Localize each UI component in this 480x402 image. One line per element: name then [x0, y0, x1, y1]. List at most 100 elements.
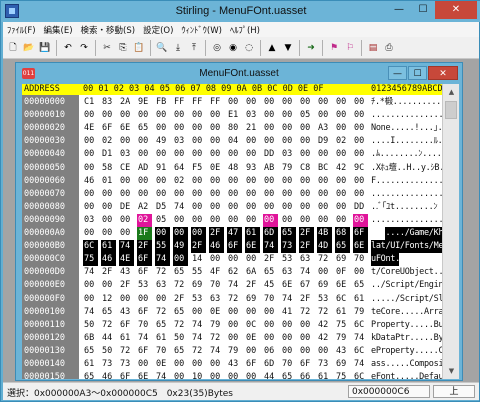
- hex-byte[interactable]: 74: [83, 266, 98, 279]
- hex-byte[interactable]: 72: [317, 253, 332, 266]
- row-ascii[interactable]: ..ﾞ｢ﾕt........ﾝ: [371, 201, 438, 214]
- hex-byte[interactable]: 72: [155, 266, 170, 279]
- hex-byte[interactable]: 2A: [119, 96, 134, 109]
- hex-byte[interactable]: 02: [335, 135, 350, 148]
- hex-byte[interactable]: 61: [155, 332, 170, 345]
- hex-byte[interactable]: 00: [299, 214, 314, 227]
- hex-byte[interactable]: 00: [353, 266, 368, 279]
- binoculars-prev-icon[interactable]: ◌: [242, 41, 256, 55]
- hex-byte[interactable]: 74: [299, 266, 314, 279]
- hex-byte[interactable]: 74: [155, 253, 170, 267]
- hex-byte[interactable]: E1: [227, 109, 242, 122]
- hex-byte[interactable]: 00: [263, 306, 278, 319]
- hex-byte[interactable]: 69: [191, 279, 206, 292]
- hex-byte[interactable]: 00: [335, 122, 350, 135]
- hex-byte[interactable]: 79: [335, 332, 350, 345]
- hex-byte[interactable]: 00: [227, 96, 242, 109]
- hex-byte[interactable]: 00: [245, 253, 260, 266]
- hex-byte[interactable]: 00: [245, 188, 260, 201]
- hex-byte[interactable]: 00: [83, 162, 98, 175]
- find-icon[interactable]: 🔍: [155, 41, 169, 55]
- hex-byte[interactable]: 00: [173, 227, 188, 240]
- hex-byte[interactable]: 74: [353, 358, 368, 371]
- hex-byte[interactable]: 00: [281, 332, 296, 345]
- hex-byte[interactable]: 00: [137, 358, 152, 371]
- hex-byte[interactable]: 6F: [119, 319, 134, 332]
- hex-byte[interactable]: 00: [263, 135, 278, 148]
- hex-byte[interactable]: 65: [137, 122, 152, 135]
- hex-byte[interactable]: 00: [119, 175, 134, 188]
- hex-byte[interactable]: 50: [83, 319, 98, 332]
- hex-byte[interactable]: 00: [155, 188, 170, 201]
- hex-byte[interactable]: 00: [299, 332, 314, 345]
- document-minimize-button[interactable]: —: [388, 66, 407, 80]
- hex-byte[interactable]: 69: [317, 279, 332, 292]
- hex-row[interactable]: 00000040 00 D1 03 00 00 00 00 00 00 00 DD 03 00 00 00 00…: [22, 148, 442, 161]
- hex-byte[interactable]: 79: [227, 345, 242, 358]
- hex-byte[interactable]: 6B: [83, 332, 98, 345]
- hex-row[interactable]: 00000030 00 02 00 00 49 03 00 00 04 00 00 00 00 D9 02 00…: [22, 135, 442, 148]
- hex-byte[interactable]: 74: [281, 293, 296, 306]
- hex-byte[interactable]: 00: [173, 253, 188, 267]
- hex-byte[interactable]: 00: [173, 109, 188, 122]
- hex-byte[interactable]: 00: [119, 227, 134, 240]
- hex-byte[interactable]: 72: [227, 293, 242, 306]
- hex-byte[interactable]: 00: [299, 345, 314, 358]
- hex-byte[interactable]: 6F: [245, 358, 260, 371]
- hex-byte[interactable]: 0E: [155, 358, 170, 371]
- hex-byte[interactable]: BC: [317, 162, 332, 175]
- hex-byte[interactable]: 42: [317, 332, 332, 345]
- hex-byte[interactable]: 00: [83, 109, 98, 122]
- hex-byte[interactable]: 93: [245, 162, 260, 175]
- hex-byte[interactable]: 00: [263, 188, 278, 201]
- save-icon[interactable]: 💾: [38, 41, 52, 55]
- hex-byte[interactable]: 6F: [137, 253, 152, 267]
- hex-byte[interactable]: 74: [137, 332, 152, 345]
- hex-byte[interactable]: 00: [191, 188, 206, 201]
- hex-byte[interactable]: 4D: [317, 240, 332, 254]
- hex-byte[interactable]: 70: [209, 279, 224, 292]
- menu-item[interactable]: ﾌｧｲﾙ(F): [3, 24, 40, 36]
- hex-byte[interactable]: 69: [245, 293, 260, 306]
- hex-row[interactable]: 00000120 6B 44 61 74 61 50 74 72 00 0E 00 00 00 42 79 74…: [22, 332, 442, 345]
- hex-byte[interactable]: 00: [101, 214, 116, 227]
- hex-byte[interactable]: 74: [191, 332, 206, 345]
- hex-byte[interactable]: 65: [281, 371, 296, 379]
- hex-byte[interactable]: 6E: [137, 371, 152, 379]
- hex-byte[interactable]: 64: [173, 162, 188, 175]
- hex-byte[interactable]: 00: [191, 175, 206, 188]
- scroll-thumb[interactable]: [445, 101, 457, 119]
- hex-byte[interactable]: AD: [137, 162, 152, 175]
- hex-byte[interactable]: 00: [209, 188, 224, 201]
- binoculars-icon[interactable]: ◎: [210, 41, 224, 55]
- hex-byte[interactable]: 1F: [137, 227, 152, 240]
- hex-byte[interactable]: 06: [263, 345, 278, 358]
- hex-byte[interactable]: 00: [353, 96, 368, 109]
- hex-byte[interactable]: 00: [299, 188, 314, 201]
- hex-byte[interactable]: 00: [191, 358, 206, 371]
- hex-byte[interactable]: 74: [83, 306, 98, 319]
- hex-byte[interactable]: 00: [245, 175, 260, 188]
- hex-byte[interactable]: 00: [209, 214, 224, 227]
- hex-byte[interactable]: 00: [83, 148, 98, 161]
- hex-byte[interactable]: 65: [101, 306, 116, 319]
- row-ascii[interactable]: ................: [371, 188, 442, 201]
- binoculars-up-icon[interactable]: ▲: [265, 41, 279, 55]
- hex-byte[interactable]: 00: [353, 213, 368, 227]
- hex-byte[interactable]: 00: [245, 135, 260, 148]
- hex-byte[interactable]: 03: [83, 214, 98, 227]
- hex-byte[interactable]: A3: [317, 122, 332, 135]
- hex-byte[interactable]: 00: [209, 135, 224, 148]
- hex-byte[interactable]: 00: [245, 148, 260, 161]
- hex-byte[interactable]: 00: [299, 201, 314, 214]
- hex-byte[interactable]: 00: [137, 175, 152, 188]
- menu-item[interactable]: 検索・移動(S): [77, 24, 140, 36]
- hex-byte[interactable]: 61: [353, 293, 368, 306]
- hex-byte[interactable]: 43: [227, 358, 242, 371]
- hex-byte[interactable]: 00: [317, 214, 332, 227]
- menu-item[interactable]: ﾍﾙﾌﾟ(H): [226, 24, 264, 36]
- hex-byte[interactable]: 2F: [173, 293, 188, 306]
- hex-byte[interactable]: 00: [335, 109, 350, 122]
- hex-byte[interactable]: 03: [245, 109, 260, 122]
- hex-byte[interactable]: 72: [155, 306, 170, 319]
